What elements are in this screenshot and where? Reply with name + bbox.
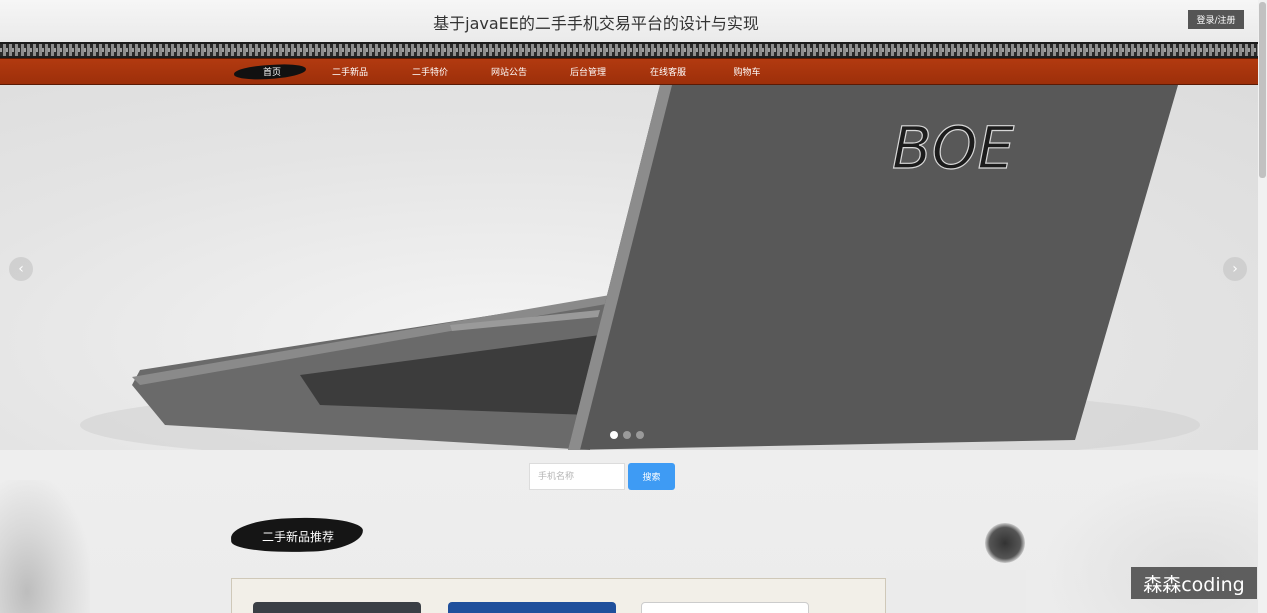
- side-panel: [886, 570, 1026, 613]
- section-heading-label: 二手新品推荐: [261, 530, 334, 544]
- laptop-lid: [568, 85, 1178, 450]
- nav-item-announcements[interactable]: 网站公告: [469, 59, 549, 84]
- nav-item-customer-service[interactable]: 在线客服: [628, 59, 708, 84]
- nav-item-label: 网站公告: [490, 68, 527, 78]
- watermark: 森森coding: [1131, 567, 1257, 599]
- product-card[interactable]: [253, 602, 421, 613]
- site-title: 基于javaEE的二手手机交易平台的设计与实现: [433, 14, 759, 33]
- nav-item-label: 购物车: [733, 68, 761, 78]
- decorative-pattern-band: [0, 42, 1258, 58]
- carousel-indicators: [610, 431, 644, 439]
- carousel-dot[interactable]: [636, 431, 644, 439]
- carousel-next-button[interactable]: ›: [1223, 257, 1247, 281]
- page-scrollbar[interactable]: [1258, 0, 1267, 613]
- product-card[interactable]: [448, 602, 616, 613]
- scrollbar-thumb[interactable]: [1259, 2, 1266, 178]
- section-heading: 二手新品推荐: [230, 510, 367, 560]
- boe-logo: BOE: [892, 114, 1014, 182]
- phone-name-search-input[interactable]: [529, 463, 625, 490]
- main-nav: 首页 二手新品 二手特价 网站公告 后台管理 在线客服 购物车: [0, 58, 1258, 85]
- search-button[interactable]: 搜索: [628, 463, 675, 490]
- nav-item-label: 在线客服: [649, 68, 686, 78]
- ink-mountain-decoration: [0, 480, 90, 613]
- product-card[interactable]: [641, 602, 809, 613]
- carousel-prev-button[interactable]: ‹: [9, 257, 33, 281]
- login-register-button[interactable]: 登录/注册: [1188, 10, 1244, 29]
- nav-item-label: 后台管理: [569, 68, 606, 78]
- chevron-left-icon: ‹: [18, 261, 24, 277]
- nav-item-label: 首页: [262, 68, 281, 78]
- ink-blot-decoration: [985, 523, 1025, 563]
- carousel-dot[interactable]: [623, 431, 631, 439]
- header: 基于javaEE的二手手机交易平台的设计与实现 登录/注册: [0, 0, 1258, 42]
- nav-item-admin[interactable]: 后台管理: [548, 59, 628, 84]
- page: 基于javaEE的二手手机交易平台的设计与实现 登录/注册 首页 二手新品 二手…: [0, 0, 1267, 613]
- banner-carousel[interactable]: BOE ‹ ›: [0, 85, 1258, 450]
- nav-item-label: 二手特价: [411, 68, 448, 78]
- nav-item-new-products[interactable]: 二手新品: [310, 59, 390, 84]
- nav-item-home[interactable]: 首页: [232, 59, 312, 84]
- carousel-dot[interactable]: [610, 431, 618, 439]
- nav-item-specials[interactable]: 二手特价: [390, 59, 470, 84]
- nav-item-label: 二手新品: [331, 68, 368, 78]
- banner-laptop-image: BOE: [80, 85, 1200, 450]
- nav-item-cart[interactable]: 购物车: [707, 59, 787, 84]
- chevron-right-icon: ›: [1232, 261, 1238, 277]
